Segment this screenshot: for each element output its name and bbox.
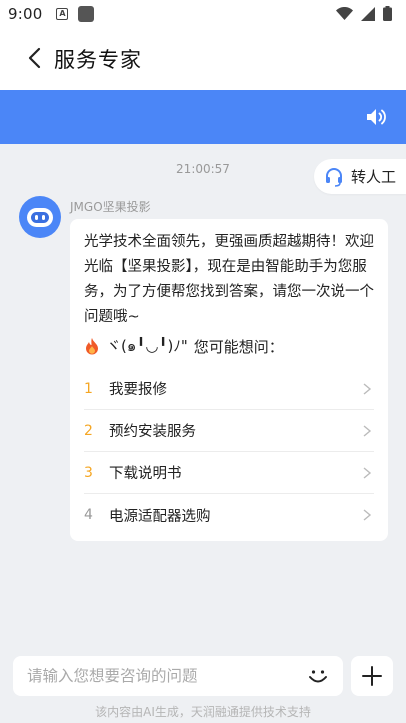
speaker-icon[interactable] [366, 107, 388, 127]
status-bar: 9:00 A [0, 0, 406, 28]
message-input[interactable] [27, 656, 287, 696]
list-item[interactable]: 1 我要报修 [84, 368, 374, 410]
question-number: 3 [84, 464, 93, 481]
battery-icon [383, 6, 392, 21]
question-text: 我要报修 [109, 382, 167, 398]
headset-icon [326, 167, 342, 187]
wifi-icon [336, 6, 353, 20]
message-input-bar [13, 656, 343, 696]
plus-icon [362, 666, 382, 686]
page-title: 服务专家 [54, 48, 142, 72]
suggestion-prompt: ヾ(๑╹◡╹)ﾉ" 您可能想问： [84, 334, 374, 358]
list-item[interactable]: 4 电源适配器选购 [84, 494, 374, 536]
transfer-to-human-button[interactable]: 转人工 [314, 159, 406, 194]
sender-name: JMGO坚果投影 [70, 200, 151, 214]
kaomoji: ヾ(๑╹◡╹)ﾉ" [106, 337, 188, 355]
app-bar: 服务专家 [0, 28, 406, 90]
question-text: 电源适配器选购 [109, 508, 211, 525]
suggested-questions: 1 我要报修 2 预约安装服务 3 下载说明书 4 电源适配器选购 [84, 368, 374, 536]
list-item[interactable]: 3 下载说明书 [84, 452, 374, 494]
cell-signal-icon [361, 6, 375, 21]
greeting-text: 光学技术全面领先，更强画质超越期待！欢迎光临【坚果投影】，现在是由智能助手为您服… [84, 234, 374, 325]
status-indicators [336, 6, 392, 21]
chevron-right-icon [363, 425, 372, 437]
emoji-icon[interactable] [307, 665, 329, 687]
transfer-to-human-label: 转人工 [351, 168, 397, 186]
back-arrow-icon[interactable] [24, 46, 48, 70]
add-attachment-button[interactable] [351, 656, 393, 696]
status-time: 9:00 [8, 5, 43, 23]
ai-disclaimer: 该内容由AI生成，天润融通提供技术支持 [95, 705, 311, 719]
question-text: 下载说明书 [109, 466, 182, 482]
robot-icon [27, 208, 53, 227]
bot-avatar [19, 196, 61, 238]
chevron-right-icon [363, 467, 372, 479]
question-number: 4 [84, 507, 93, 523]
a-notification-icon: A [56, 8, 69, 20]
chevron-right-icon [363, 383, 372, 395]
prompt-text: 您可能想问： [193, 337, 284, 356]
app-notification-icon [78, 6, 95, 22]
bot-message-bubble: 光学技术全面领先，更强画质超越期待！欢迎光临【坚果投影】，现在是由智能助手为您服… [70, 219, 388, 541]
question-text: 预约安装服务 [109, 424, 196, 440]
chevron-right-icon [363, 509, 372, 521]
announcement-banner [0, 90, 406, 144]
question-number: 1 [84, 380, 93, 397]
list-item[interactable]: 2 预约安装服务 [84, 410, 374, 452]
question-number: 2 [84, 422, 93, 439]
fire-icon [86, 338, 98, 355]
